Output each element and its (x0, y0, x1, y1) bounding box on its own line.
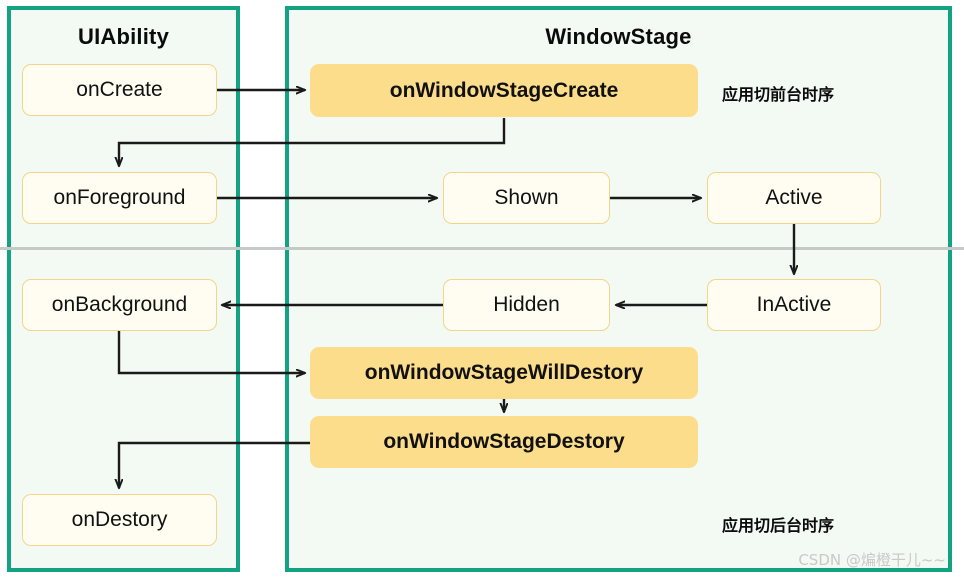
panel-title-windowstage: WindowStage (545, 24, 692, 49)
node-active[interactable]: Active (707, 172, 881, 224)
node-label: Hidden (493, 293, 560, 317)
node-on-create[interactable]: onCreate (22, 64, 217, 116)
node-label: Active (765, 186, 823, 210)
node-on-foreground[interactable]: onForeground (22, 172, 217, 224)
node-on-window-stage-will-destory[interactable]: onWindowStageWillDestory (310, 347, 698, 399)
node-label: onForeground (53, 186, 186, 210)
node-on-window-stage-destory[interactable]: onWindowStageDestory (310, 416, 698, 468)
node-label: onWindowStageCreate (389, 78, 619, 102)
annotation-foreground-sequence: 应用切前台时序 (722, 85, 835, 104)
annotation-background-sequence: 应用切后台时序 (722, 516, 835, 535)
node-label: onDestory (71, 508, 168, 532)
node-on-destory[interactable]: onDestory (22, 494, 217, 546)
node-on-background[interactable]: onBackground (22, 279, 217, 331)
phase-divider (0, 247, 964, 250)
node-label: onBackground (51, 293, 188, 317)
node-label: InActive (756, 293, 832, 317)
node-hidden[interactable]: Hidden (443, 279, 610, 331)
lifecycle-diagram: UIAbility WindowStage onCreate onForegro… (0, 0, 964, 578)
node-on-window-stage-create[interactable]: onWindowStageCreate (310, 64, 698, 117)
node-label: onWindowStageWillDestory (364, 361, 644, 385)
node-inactive[interactable]: InActive (707, 279, 881, 331)
node-label: Shown (494, 186, 559, 210)
panel-title-uiability: UIAbility (77, 24, 170, 49)
node-label: onCreate (76, 78, 163, 102)
node-shown[interactable]: Shown (443, 172, 610, 224)
watermark: CSDN @煸橙干儿~~ (798, 551, 946, 569)
node-label: onWindowStageDestory (383, 430, 625, 454)
